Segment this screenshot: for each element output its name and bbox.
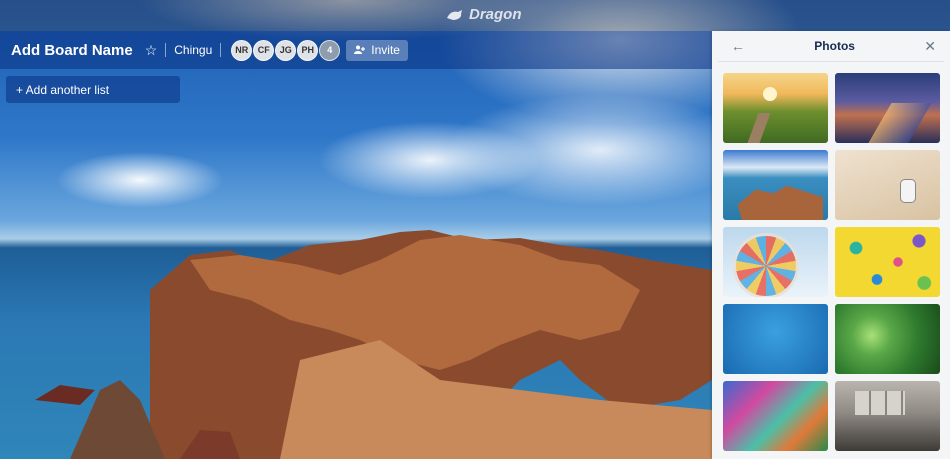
add-list-button[interactable]: + Add another list [6, 76, 180, 103]
photo-grid [723, 73, 940, 451]
board-title[interactable]: Add Board Name [11, 42, 133, 59]
panel-header: ← Photos ✕ [718, 31, 944, 62]
header-divider [165, 43, 167, 57]
add-user-icon [354, 43, 366, 57]
star-icon[interactable]: ☆ [145, 42, 158, 59]
invite-button[interactable]: Invite [346, 39, 408, 61]
photo-thumbnail[interactable] [723, 150, 828, 220]
extra-members-count[interactable]: 4 [319, 39, 341, 61]
member-avatars: NR CF JG PH 4 [231, 39, 341, 61]
photos-panel: ← Photos ✕ [712, 31, 950, 459]
header-divider [220, 43, 222, 57]
photo-thumbnail[interactable] [835, 73, 940, 143]
dragon-icon [447, 9, 462, 20]
photo-thumbnail[interactable] [723, 227, 828, 297]
app-logo-text: Dragon [469, 6, 522, 23]
avatar[interactable]: PH [297, 39, 319, 61]
board-header: Add Board Name ☆ Chingu NR CF JG PH 4 In… [0, 31, 712, 69]
photo-thumbnail[interactable] [835, 227, 940, 297]
back-arrow-icon[interactable]: ← [731, 38, 745, 54]
photo-thumbnail[interactable] [723, 73, 828, 143]
panel-title: Photos [814, 39, 855, 53]
photo-thumbnail[interactable] [835, 150, 940, 220]
avatar[interactable]: NR [231, 39, 253, 61]
photo-thumbnail[interactable] [723, 304, 828, 374]
photo-thumbnail[interactable] [835, 304, 940, 374]
avatar[interactable]: JG [275, 39, 297, 61]
photo-thumbnail[interactable] [723, 381, 828, 451]
photo-thumbnail[interactable] [835, 381, 940, 451]
close-icon[interactable]: ✕ [924, 38, 936, 55]
avatar[interactable]: CF [253, 39, 275, 61]
invite-label: Invite [371, 43, 400, 57]
app-logo[interactable]: Dragon [446, 6, 522, 23]
team-name[interactable]: Chingu [174, 43, 212, 57]
